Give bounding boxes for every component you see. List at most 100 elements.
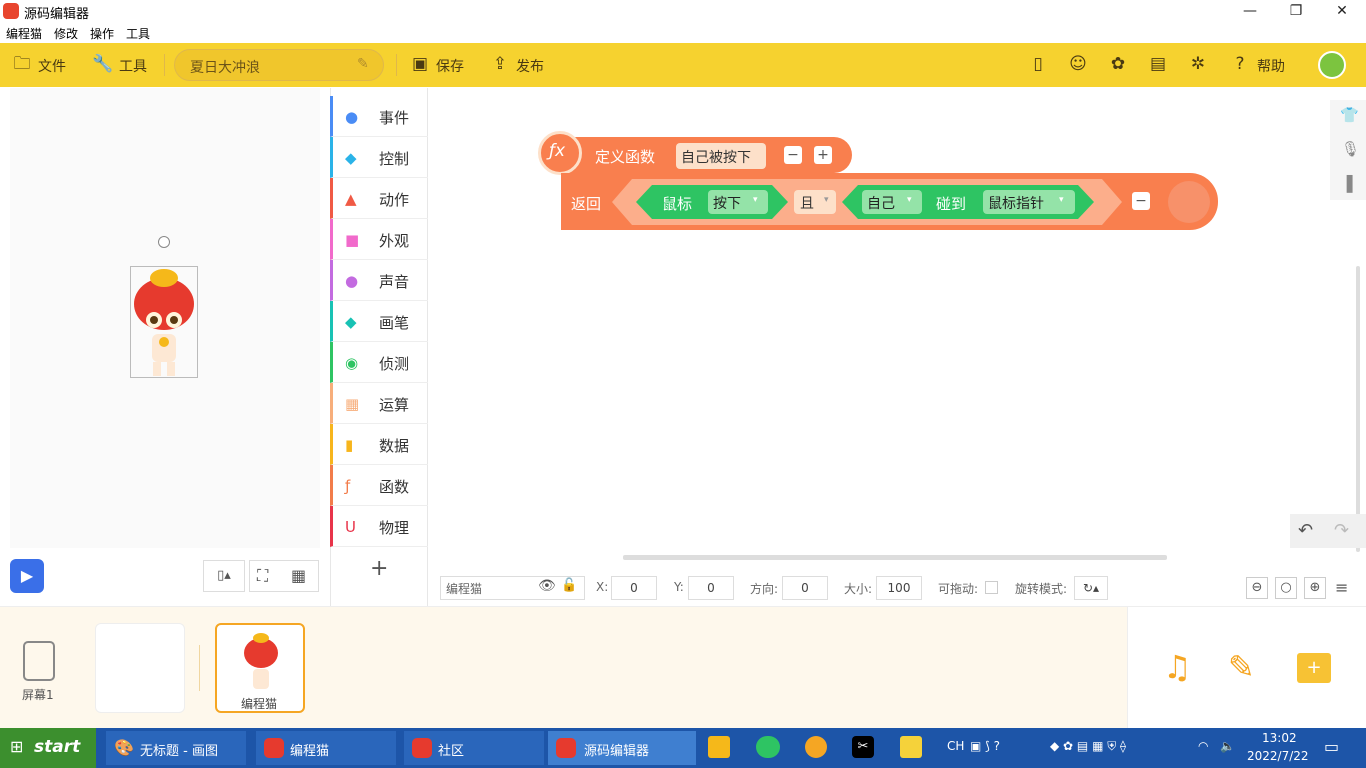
bag-icon[interactable]: ▤ (1148, 54, 1168, 74)
capcut-icon[interactable]: ✂ (852, 736, 874, 758)
robot-icon[interactable]: ☺ (1068, 54, 1088, 74)
publish-button[interactable]: 发布 (516, 56, 544, 76)
task-community[interactable]: 社区 (404, 731, 544, 765)
save-button[interactable]: 保存 (436, 56, 464, 76)
fullscreen-icon[interactable]: ⛶ (257, 566, 268, 586)
clock-time[interactable]: 13:02 (1262, 731, 1297, 745)
x-input[interactable]: 0 (611, 576, 657, 600)
chart-bars-icon[interactable]: ▐ (1341, 175, 1353, 193)
remove-param-button[interactable]: − (784, 146, 802, 164)
pinned-app-icon[interactable] (708, 736, 730, 758)
size-label: 大小: (844, 582, 873, 596)
codemao-app-icon (556, 738, 576, 758)
add-folder-icon[interactable]: + (1297, 653, 1331, 683)
y-input[interactable]: 0 (688, 576, 734, 600)
clock-date[interactable]: 2022/7/22 (1247, 749, 1309, 763)
category-pen[interactable]: ◆ 画笔 (330, 301, 428, 342)
codemao-app-icon (412, 738, 432, 758)
category-sensing[interactable]: ◉ 侦测 (330, 342, 428, 383)
pinned-app-icon[interactable] (805, 736, 827, 758)
wechat-icon[interactable] (756, 736, 780, 758)
zoom-reset-icon[interactable]: ○ (1275, 577, 1297, 599)
help-button[interactable]: 帮助 (1257, 56, 1285, 76)
minimize-button[interactable]: — (1227, 0, 1273, 22)
rotate-handle-icon[interactable] (158, 236, 170, 248)
block-drag-handle[interactable] (1168, 181, 1210, 223)
close-button[interactable]: ✕ (1319, 0, 1365, 22)
direction-input[interactable]: 0 (782, 576, 828, 600)
function-name-field[interactable]: 自己被按下 (676, 143, 766, 169)
undo-icon[interactable]: ↶ (1298, 520, 1313, 541)
codemao-sprite[interactable] (128, 264, 200, 380)
background-thumbnail[interactable] (95, 623, 185, 713)
remove-condition-button[interactable]: − (1132, 192, 1150, 210)
stage-canvas[interactable] (10, 88, 320, 548)
menu-hamburger-icon[interactable]: ≡ (1335, 578, 1348, 597)
zoom-in-icon[interactable]: ⊕ (1304, 577, 1326, 599)
rotation-mode-label: 旋转模式: (1015, 582, 1068, 596)
size-input[interactable]: 100 (876, 576, 922, 600)
device-select-icon[interactable]: ▯▴ (203, 560, 245, 592)
paint-app-icon: 🎨 (114, 738, 134, 757)
category-label: 侦测 (379, 355, 410, 373)
menu-item-edit[interactable]: 修改 (54, 25, 78, 42)
rotation-mode-dropdown[interactable]: ↻▴ (1074, 576, 1108, 600)
workspace-vertical-scrollbar[interactable] (1356, 266, 1360, 552)
add-param-button[interactable]: + (814, 146, 832, 164)
input-language[interactable]: CH (947, 739, 964, 753)
tray-icon[interactable]: ◆ ✿ ▤ ▦ ⛨ ⟠ (1050, 739, 1126, 754)
project-name-input[interactable]: 夏日大冲浪 ✎ (174, 49, 384, 81)
maximize-button[interactable]: ❐ (1273, 0, 1319, 22)
app-logo-icon (3, 3, 19, 19)
menu-item-codemao[interactable]: 编程猫 (6, 25, 42, 42)
wifi-icon[interactable]: ◠ (1198, 739, 1208, 753)
category-motion[interactable]: ▲ 动作 (330, 178, 428, 219)
user-avatar[interactable] (1318, 51, 1346, 79)
category-data[interactable]: ▮ 数据 (330, 424, 428, 465)
return-label: 返回 (571, 195, 602, 213)
menu-item-tools[interactable]: 工具 (126, 25, 150, 42)
screen-device-icon[interactable] (23, 641, 55, 681)
tools-button[interactable]: 工具 (119, 56, 147, 76)
workspace-horizontal-scrollbar[interactable] (623, 555, 1167, 560)
task-codemao[interactable]: 编程猫 (256, 731, 396, 765)
start-button[interactable]: ⊞ start (0, 728, 96, 768)
target-self-dropdown[interactable]: 自己 (862, 190, 922, 214)
draggable-checkbox[interactable] (985, 581, 998, 594)
category-physics[interactable]: U 物理 (330, 506, 428, 547)
extension-icon[interactable]: ✿ (1108, 54, 1128, 74)
zoom-out-icon[interactable]: ⊖ (1246, 577, 1268, 599)
redo-icon[interactable]: ↷ (1334, 520, 1349, 541)
task-source-editor[interactable]: 源码编辑器 (548, 731, 696, 765)
photos-icon[interactable] (900, 736, 922, 758)
category-sound[interactable]: ● 声音 (330, 260, 428, 301)
category-function[interactable]: ƒ 函数 (330, 465, 428, 506)
category-control[interactable]: ◆ 控制 (330, 137, 428, 178)
notification-icon[interactable]: ▭ (1324, 737, 1339, 756)
phone-icon[interactable]: ▯ (1028, 54, 1048, 74)
chevron-down-icon: ▾ (824, 195, 829, 205)
visibility-eye-icon[interactable]: 👁 (538, 578, 556, 594)
category-event[interactable]: ● 事件 (330, 96, 428, 137)
paint-pencil-icon[interactable]: ✎ (1228, 648, 1255, 686)
grid-icon[interactable]: ▦ (291, 566, 306, 585)
sprite-thumbnail[interactable]: 编程猫 (215, 623, 305, 713)
add-extension-button[interactable]: + (370, 556, 388, 581)
costume-shirt-icon[interactable]: 👕 (1340, 106, 1359, 124)
lock-icon[interactable]: 🔓 (561, 578, 577, 593)
category-operator[interactable]: ▦ 运算 (330, 383, 428, 424)
category-looks[interactable]: ■ 外观 (330, 219, 428, 260)
tray-icon[interactable]: ▣ ⟆ ? (970, 739, 1000, 753)
volume-icon[interactable]: 🔈 (1220, 739, 1235, 753)
logic-operator-dropdown[interactable]: 且 (794, 190, 836, 214)
mouse-state-dropdown[interactable]: 按下 (708, 190, 768, 214)
menu-item-operate[interactable]: 操作 (90, 25, 114, 42)
task-paint[interactable]: 🎨 无标题 - 画图 (106, 731, 246, 765)
microphone-icon[interactable]: 🎙 (1341, 140, 1360, 158)
stage-controls: ▶ ▯▴ ⛶ ▦ (0, 548, 330, 606)
play-button[interactable]: ▶ (10, 559, 44, 593)
category-label: 控制 (379, 150, 410, 168)
settings-gear-icon[interactable]: ✲ (1188, 54, 1208, 74)
file-button[interactable]: 文件 (38, 56, 66, 76)
music-library-icon[interactable]: ♫ (1163, 648, 1192, 686)
